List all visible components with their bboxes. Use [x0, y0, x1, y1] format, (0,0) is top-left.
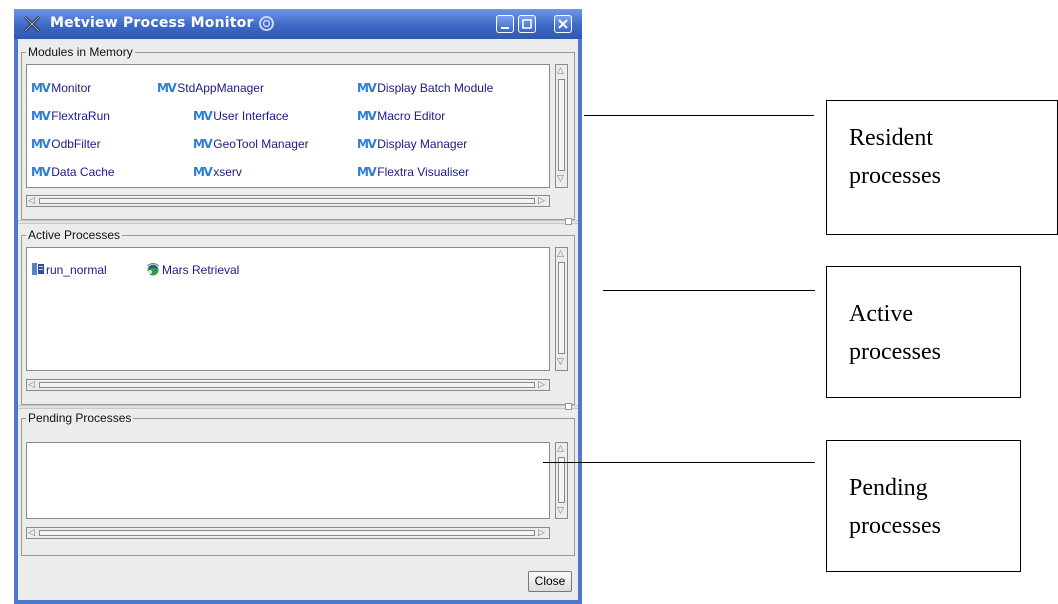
maximize-icon — [522, 19, 532, 29]
minimize-button[interactable] — [496, 15, 514, 33]
metview-icon: MV — [31, 165, 51, 179]
splitter-handle[interactable] — [565, 403, 572, 410]
scroll-down-icon[interactable]: ▽ — [557, 507, 564, 516]
metview-icon: MV — [357, 165, 377, 179]
pending-vertical-scrollbar[interactable]: △ ▽ — [555, 442, 568, 519]
sticky-pin-icon[interactable] — [258, 15, 275, 32]
pending-list[interactable] — [26, 442, 550, 519]
metview-icon: MV — [31, 137, 51, 151]
scroll-thumb[interactable] — [558, 262, 565, 354]
scroll-right-icon[interactable]: ▷ — [538, 197, 545, 206]
close-button[interactable]: Close — [528, 571, 572, 592]
metview-icon: MV — [193, 137, 213, 151]
metview-icon: MV — [157, 81, 177, 95]
list-item[interactable]: MV User Interface — [193, 108, 289, 124]
list-item[interactable]: MV Display Batch Module — [357, 80, 493, 96]
scroll-thumb[interactable] — [39, 198, 535, 204]
pending-callout: Pending processes — [826, 440, 1021, 572]
scroll-thumb[interactable] — [39, 382, 535, 388]
scroll-thumb[interactable] — [558, 457, 565, 503]
scroll-right-icon[interactable]: ▷ — [538, 381, 545, 390]
close-icon — [558, 19, 568, 29]
metview-icon: MV — [31, 81, 51, 95]
list-item[interactable]: MV Monitor — [31, 80, 91, 96]
close-window-button[interactable] — [554, 15, 572, 33]
metview-icon: MV — [357, 109, 377, 123]
pane-splitter[interactable] — [18, 405, 578, 409]
resident-callout: Resident processes — [826, 100, 1058, 235]
splitter-handle[interactable] — [565, 218, 572, 225]
scroll-up-icon[interactable]: △ — [557, 250, 564, 259]
list-item[interactable]: MV GeoTool Manager — [193, 136, 309, 152]
list-item[interactable]: MV StdAppManager — [157, 80, 264, 96]
process-monitor-window: Metview Process Monitor Modules in Memor… — [14, 9, 582, 604]
list-item[interactable]: run_normal — [31, 262, 107, 278]
app-icon — [23, 15, 41, 33]
active-leader-line — [603, 290, 815, 291]
active-group-label: Active Processes — [26, 228, 123, 242]
list-item[interactable]: MV OdbFilter — [31, 136, 101, 152]
scroll-right-icon[interactable]: ▷ — [538, 529, 545, 538]
metview-icon: MV — [31, 109, 51, 123]
list-item[interactable]: Mars Retrieval — [145, 262, 239, 278]
scroll-left-icon[interactable]: ◁ — [28, 381, 35, 390]
resident-callout-line1: Resident — [849, 125, 933, 151]
metview-icon: MV — [357, 137, 377, 151]
pending-group-label: Pending Processes — [26, 411, 134, 425]
metview-icon: MV — [193, 109, 213, 123]
mars-globe-icon — [146, 263, 160, 276]
window-title: Metview Process Monitor — [50, 15, 254, 31]
list-item[interactable]: MV Macro Editor — [357, 108, 445, 124]
active-horizontal-scrollbar[interactable]: ◁ ▷ — [26, 379, 550, 391]
pending-horizontal-scrollbar[interactable]: ◁ ▷ — [26, 527, 550, 539]
list-item[interactable]: MV Display Manager — [357, 136, 467, 152]
pane-splitter[interactable] — [18, 220, 578, 224]
scroll-thumb[interactable] — [558, 79, 565, 171]
metview-icon: MV — [357, 81, 377, 95]
list-item[interactable]: MV xserv — [193, 164, 242, 180]
active-callout-line1: Active — [849, 301, 913, 327]
pending-leader-line — [543, 462, 815, 463]
scroll-down-icon[interactable]: ▽ — [557, 175, 564, 184]
list-item[interactable]: MV Data Cache — [31, 164, 115, 180]
scroll-left-icon[interactable]: ◁ — [28, 529, 35, 538]
pending-callout-line1: Pending — [849, 475, 928, 501]
title-bar[interactable]: Metview Process Monitor — [14, 9, 582, 39]
modules-group-label: Modules in Memory — [26, 45, 135, 59]
client-area: Modules in Memory MV Monitor MV StdAppMana… — [18, 39, 578, 600]
metview-icon: MV — [193, 165, 213, 179]
maximize-button[interactable] — [518, 15, 536, 33]
pending-callout-line2: processes — [849, 513, 941, 539]
script-icon — [32, 263, 44, 275]
resident-leader-line — [584, 115, 814, 116]
scroll-up-icon[interactable]: △ — [557, 67, 564, 76]
modules-horizontal-scrollbar[interactable]: ◁ ▷ — [26, 195, 550, 207]
active-list[interactable]: run_normal Mars Retrieval — [26, 247, 550, 371]
active-callout: Active processes — [826, 266, 1021, 398]
minimize-icon — [501, 27, 509, 29]
list-item[interactable]: MV Flextra Visualiser — [357, 164, 469, 180]
active-vertical-scrollbar[interactable]: △ ▽ — [555, 247, 568, 371]
scroll-down-icon[interactable]: ▽ — [557, 358, 564, 367]
scroll-left-icon[interactable]: ◁ — [28, 197, 35, 206]
scroll-up-icon[interactable]: △ — [557, 445, 564, 454]
list-item[interactable]: MV FlextraRun — [31, 108, 110, 124]
modules-vertical-scrollbar[interactable]: △ ▽ — [555, 64, 568, 188]
scroll-thumb[interactable] — [39, 530, 535, 536]
resident-callout-line2: processes — [849, 163, 941, 189]
modules-list[interactable]: MV Monitor MV StdAppManager MV Display Batc… — [26, 64, 550, 188]
active-callout-line2: processes — [849, 339, 941, 365]
